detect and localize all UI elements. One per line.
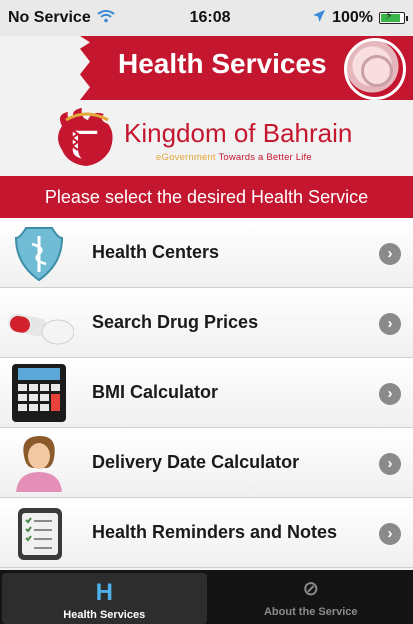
page-title: Health Services (118, 48, 327, 79)
service-delivery-date-calculator[interactable]: Delivery Date Calculator › (0, 428, 413, 498)
stethoscope-icon (344, 38, 406, 100)
chevron-right-icon: › (379, 313, 401, 335)
bahrain-crest-icon (58, 108, 113, 166)
info-circle-icon: ⊘ (302, 578, 320, 600)
notepad-icon (18, 508, 62, 560)
shield-caduceus-icon (14, 227, 64, 282)
service-health-reminders[interactable]: Health Reminders and Notes › (0, 498, 413, 568)
kingdom-logo: Kingdom of Bahrain eGovernment Towards a… (0, 100, 413, 172)
tab-bar: H Health Services ⊘ About the Service (0, 570, 413, 624)
wifi-icon (97, 9, 115, 28)
chevron-right-icon: › (379, 523, 401, 545)
status-bar: No Service 16:08 100% (0, 0, 413, 36)
tab-label: About the Service (263, 606, 358, 618)
chevron-right-icon: › (379, 453, 401, 475)
tagline-suffix: Towards a Better Life (218, 152, 312, 163)
chevron-right-icon: › (379, 383, 401, 405)
service-list: Health Centers › Search Drug Prices › BM… (0, 218, 413, 568)
tab-health-services[interactable]: H Health Services (2, 573, 207, 624)
service-label: Health Centers (92, 242, 220, 262)
battery-icon (379, 9, 408, 24)
service-health-centers[interactable]: Health Centers › (0, 218, 413, 288)
kingdom-name: Kingdom of Bahrain (124, 118, 353, 148)
service-label: Search Drug Prices (92, 312, 259, 332)
tagline-prefix: eGovernment (156, 152, 216, 163)
selection-prompt: Please select the desired Health Service (0, 176, 413, 218)
service-search-drug-prices[interactable]: Search Drug Prices › (0, 288, 413, 358)
calculator-icon (12, 364, 66, 422)
health-h-icon: H (95, 579, 113, 606)
chevron-right-icon: › (379, 243, 401, 265)
battery-percent: 100% (332, 9, 373, 26)
tab-about-service[interactable]: ⊘ About the Service (209, 570, 413, 624)
service-label: Delivery Date Calculator (92, 452, 300, 472)
pills-icon (8, 313, 74, 345)
service-bmi-calculator[interactable]: BMI Calculator › (0, 358, 413, 428)
location-arrow-icon (312, 9, 326, 28)
clock: 16:08 (189, 9, 231, 26)
tagline: eGovernment Towards a Better Life (156, 152, 312, 163)
woman-icon (16, 436, 62, 492)
tab-label: Health Services (63, 609, 146, 621)
service-label: BMI Calculator (92, 382, 219, 402)
carrier-label: No Service (8, 9, 91, 26)
service-label: Health Reminders and Notes (92, 522, 338, 542)
